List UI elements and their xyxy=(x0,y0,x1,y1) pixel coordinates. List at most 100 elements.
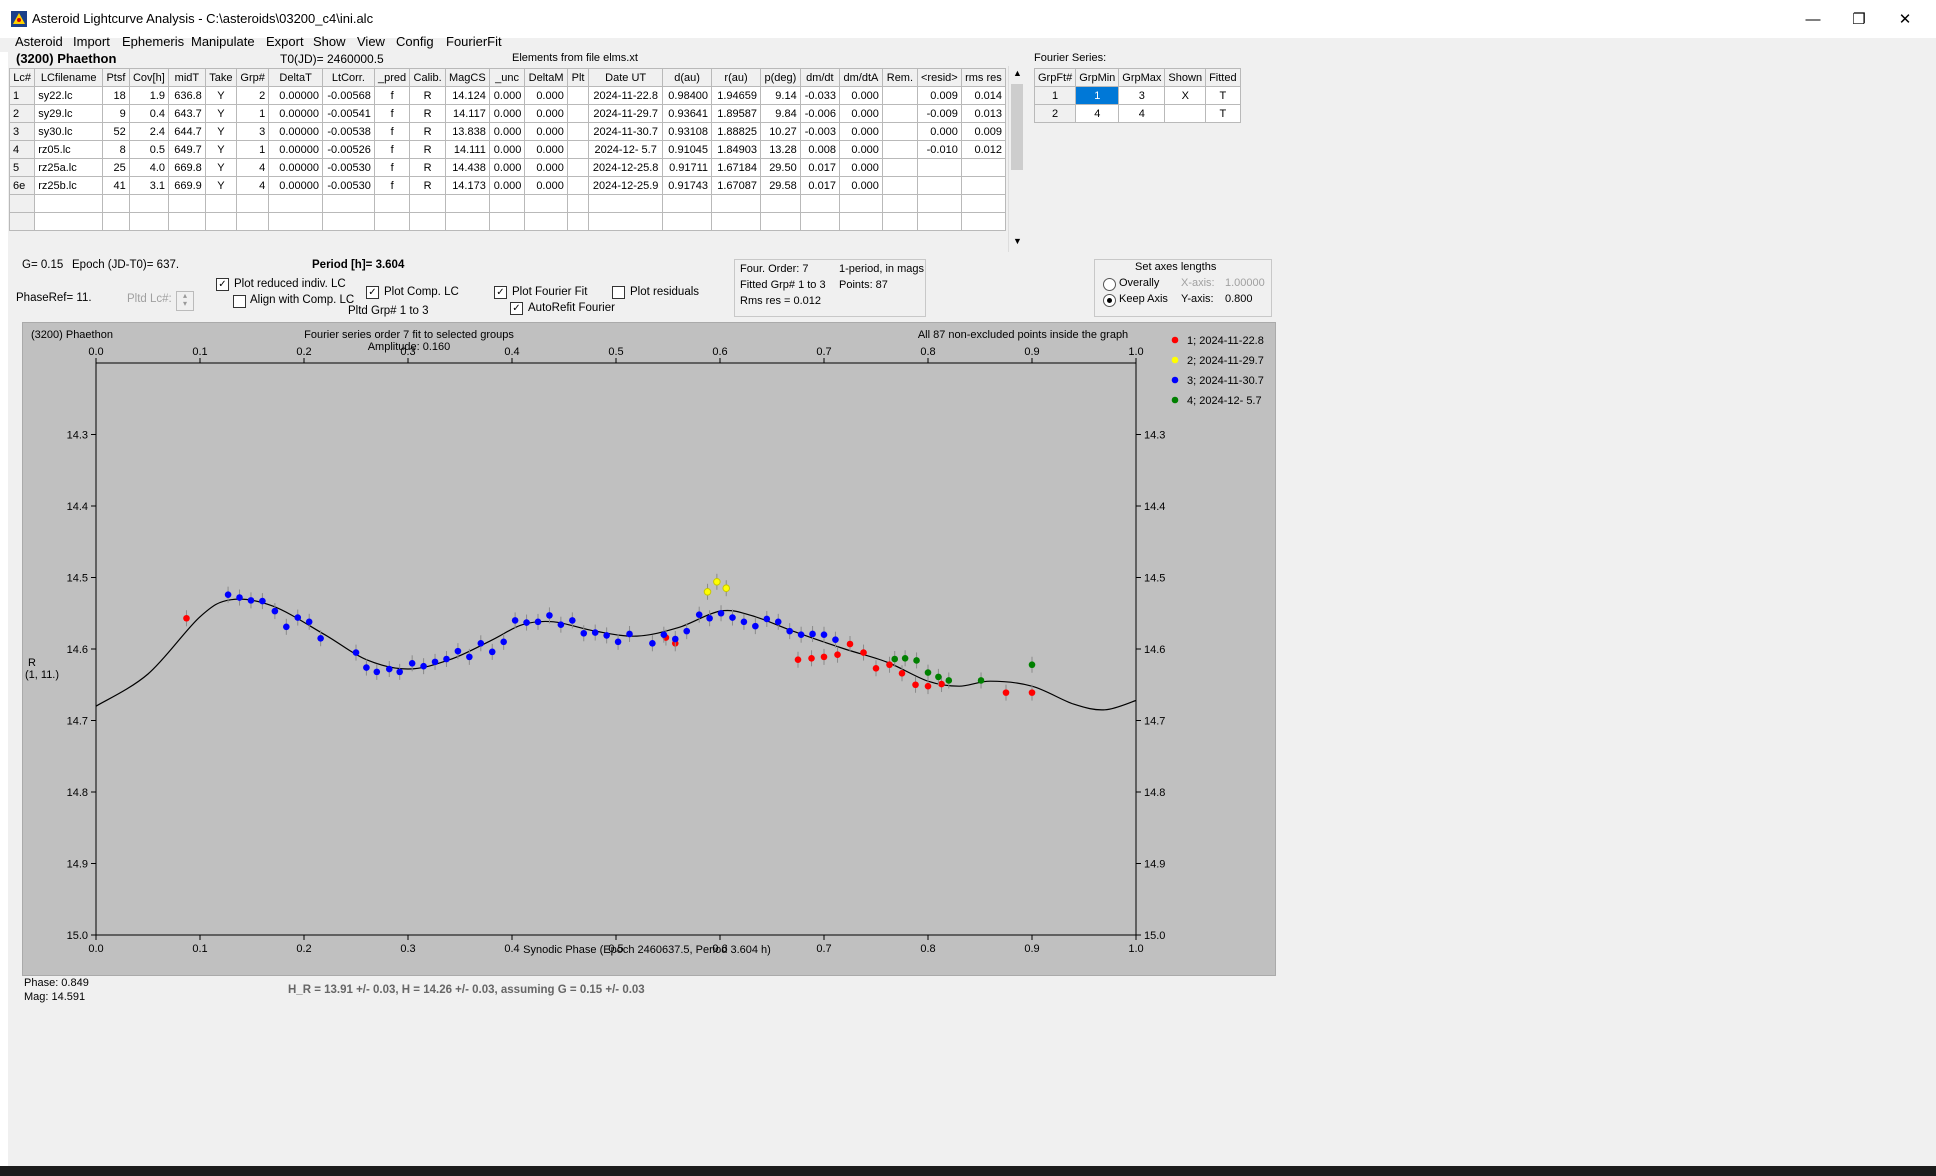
lc-table-cell[interactable]: sy22.lc xyxy=(34,86,104,105)
lc-column-header[interactable]: dm/dtA xyxy=(838,68,883,87)
lc-table-cell[interactable] xyxy=(444,212,490,231)
lc-table-cell[interactable]: -0.00538 xyxy=(321,122,375,141)
plot-comp-checkbox[interactable]: ✓ xyxy=(366,286,379,299)
lc-table-cell[interactable]: f xyxy=(373,140,411,159)
scroll-up-icon[interactable]: ▲ xyxy=(1013,68,1022,78)
lc-table-cell[interactable] xyxy=(409,212,446,231)
lc-table-cell[interactable]: 1.88825 xyxy=(711,122,762,141)
lc-row-header[interactable]: 3 xyxy=(8,122,36,141)
menu-view[interactable]: View xyxy=(357,34,385,49)
lc-table-cell[interactable]: 0.91743 xyxy=(662,176,713,195)
lc-table-cell[interactable] xyxy=(488,194,526,213)
lc-column-header[interactable]: _pred xyxy=(373,68,411,87)
lc-table-cell[interactable] xyxy=(916,212,962,231)
lc-table-cell[interactable]: 669.9 xyxy=(168,176,206,195)
lc-table-cell[interactable]: 0.000 xyxy=(488,104,526,123)
lc-table-cell[interactable] xyxy=(566,158,590,177)
lc-table-row[interactable]: 2 sy29.lc 9 0.4 643.7 Y 1 0.00000 -0.00541 f R 14.1… xyxy=(8,104,1007,123)
lc-table-cell[interactable] xyxy=(916,194,962,213)
lc-table-cell[interactable] xyxy=(799,194,840,213)
lc-table-cell[interactable]: Y xyxy=(204,140,238,159)
lc-table-cell[interactable]: 0.017 xyxy=(799,176,840,195)
fourier-column-header[interactable]: Fitted xyxy=(1205,68,1241,87)
lc-table-cell[interactable]: 1.84903 xyxy=(711,140,762,159)
lc-table-cell[interactable]: 18 xyxy=(102,86,130,105)
lightcurve-plot[interactable]: (3200) Phaethon Fourier series order 7 f… xyxy=(22,322,1276,976)
lc-table-cell[interactable] xyxy=(236,194,270,213)
lc-table-cell[interactable] xyxy=(662,194,713,213)
lc-table-cell[interactable]: R xyxy=(409,86,446,105)
lc-table-cell[interactable] xyxy=(588,212,664,231)
lc-table-cell[interactable]: 643.7 xyxy=(168,104,206,123)
lc-table-cell[interactable] xyxy=(760,194,801,213)
lc-table-cell[interactable]: rz25a.lc xyxy=(34,158,104,177)
lc-table-cell[interactable] xyxy=(566,212,590,231)
lc-table-cell[interactable]: 41 xyxy=(102,176,130,195)
lc-table-cell[interactable]: -0.009 xyxy=(916,104,962,123)
lc-table-cell[interactable]: rz25b.lc xyxy=(34,176,104,195)
lc-table-cell[interactable]: 0.000 xyxy=(524,86,568,105)
lc-table-cell[interactable]: 0.000 xyxy=(524,158,568,177)
lc-table-cell[interactable]: Y xyxy=(204,158,238,177)
lc-column-header[interactable]: Calib. xyxy=(409,68,446,87)
table-scrollbar[interactable]: ▲ ▼ xyxy=(1008,66,1026,252)
lc-table-cell[interactable]: 0.00000 xyxy=(268,104,323,123)
lc-table-cell[interactable] xyxy=(960,176,1007,195)
fourier-column-header[interactable]: GrpMin xyxy=(1075,68,1120,87)
lc-table-cell[interactable]: 0.000 xyxy=(488,122,526,141)
lc-table-cell[interactable]: 2024-11-22.8 xyxy=(588,86,664,105)
lc-table-cell[interactable] xyxy=(711,194,762,213)
lc-table-cell[interactable]: 0.00000 xyxy=(268,140,323,159)
lc-table-cell[interactable]: f xyxy=(373,104,411,123)
autorefit-checkbox[interactable]: ✓ xyxy=(510,302,523,315)
lc-table-cell[interactable]: R xyxy=(409,104,446,123)
fourier-column-header[interactable]: GrpFt# xyxy=(1033,68,1077,87)
lc-table-cell[interactable]: 1.89587 xyxy=(711,104,762,123)
lc-column-header[interactable]: r(au) xyxy=(711,68,762,87)
lc-table-cell[interactable]: f xyxy=(373,176,411,195)
overally-radio[interactable] xyxy=(1103,278,1116,291)
lc-table-cell[interactable] xyxy=(524,212,568,231)
lc-table-cell[interactable]: 0.008 xyxy=(799,140,840,159)
lc-column-header[interactable]: DeltaM xyxy=(524,68,568,87)
lc-table-cell[interactable] xyxy=(488,212,526,231)
lc-table-cell[interactable] xyxy=(881,212,918,231)
lc-table-cell[interactable] xyxy=(128,194,170,213)
lc-table-cell[interactable]: 0.013 xyxy=(960,104,1007,123)
lc-table-cell[interactable]: 0.000 xyxy=(916,122,962,141)
lc-table-cell[interactable]: 0.000 xyxy=(838,86,883,105)
lc-table-cell[interactable] xyxy=(566,86,590,105)
lc-table-cell[interactable] xyxy=(881,104,918,123)
lc-table-cell[interactable] xyxy=(204,212,238,231)
lc-table-cell[interactable] xyxy=(321,212,375,231)
lc-table-cell[interactable]: 0.000 xyxy=(488,86,526,105)
lc-table-cell[interactable]: 14.173 xyxy=(444,176,490,195)
lc-table-cell[interactable] xyxy=(168,194,206,213)
lc-table-cell[interactable]: 14.124 xyxy=(444,86,490,105)
lc-table-cell[interactable] xyxy=(268,194,323,213)
lc-table-cell[interactable]: 9 xyxy=(102,104,130,123)
lc-table-cell[interactable] xyxy=(373,212,411,231)
menu-ephemeris[interactable]: Ephemeris xyxy=(122,34,184,49)
menu-fourierfit[interactable]: FourierFit xyxy=(446,34,502,49)
lc-table-cell[interactable]: 1.9 xyxy=(128,86,170,105)
lc-table-cell[interactable] xyxy=(236,212,270,231)
lc-table-cell[interactable] xyxy=(881,158,918,177)
lc-table-cell[interactable] xyxy=(168,212,206,231)
lc-table-cell[interactable]: 52 xyxy=(102,122,130,141)
lc-table-cell[interactable] xyxy=(102,212,130,231)
lc-table-cell[interactable]: 13.28 xyxy=(760,140,801,159)
menu-manipulate[interactable]: Manipulate xyxy=(191,34,255,49)
lc-table-cell[interactable] xyxy=(881,194,918,213)
lc-table-cell[interactable]: R xyxy=(409,158,446,177)
lc-table-cell[interactable]: 0.000 xyxy=(488,140,526,159)
lc-table-cell[interactable]: 0.000 xyxy=(838,104,883,123)
lc-table-cell[interactable] xyxy=(916,176,962,195)
lc-table-cell[interactable]: 0.00000 xyxy=(268,158,323,177)
lc-table-cell[interactable]: 10.27 xyxy=(760,122,801,141)
lc-table-cell[interactable]: sy30.lc xyxy=(34,122,104,141)
fourier-row-header[interactable]: 2 xyxy=(1033,104,1077,123)
lc-table-row[interactable]: 5 rz25a.lc 25 4.0 669.8 Y 4 0.00000 -0.00530 f R 14… xyxy=(8,158,1007,177)
lc-table-cell[interactable]: 0.000 xyxy=(838,176,883,195)
plot-fourier-checkbox[interactable]: ✓ xyxy=(494,286,507,299)
